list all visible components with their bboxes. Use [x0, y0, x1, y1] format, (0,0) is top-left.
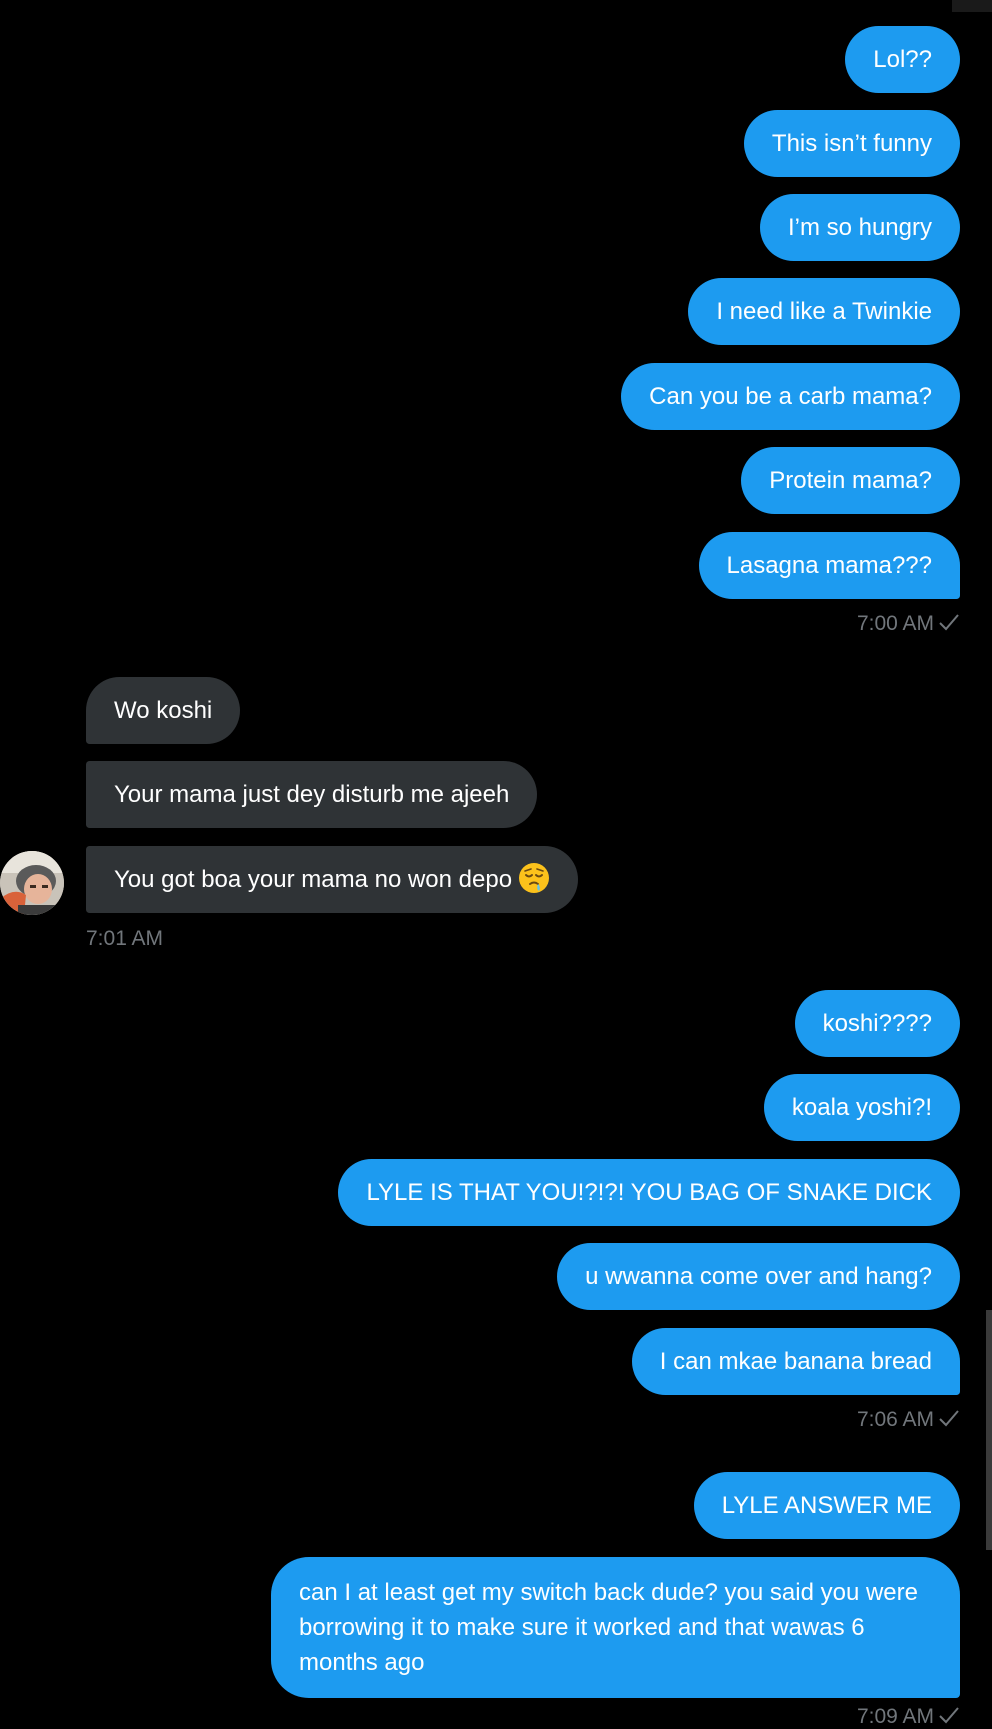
scrollbar-thumb[interactable] — [986, 1310, 992, 1550]
message-text: Your mama just dey disturb me ajeeh — [114, 781, 510, 808]
sent-message[interactable]: Protein mama? — [741, 447, 960, 514]
sent-message[interactable]: I need like a Twinkie — [688, 278, 960, 345]
sent-message[interactable]: I can mkae banana bread — [631, 1328, 960, 1395]
timestamp-text: 7:00 AM — [856, 612, 934, 635]
message-text: You got boa your mama no won depo — [114, 866, 513, 893]
message-text: LYLE IS THAT YOU!?!?! YOU BAG OF SNAKE D… — [366, 1179, 932, 1206]
drooling-sleepy-face-emoji — [519, 863, 550, 893]
avatar-image — [0, 851, 64, 915]
message-text: I need like a Twinkie — [716, 298, 932, 325]
message-timestamp: 7:01 AM — [86, 927, 163, 951]
sent-message[interactable]: Lol?? — [845, 26, 960, 93]
message-timestamp: 7:09 AM — [857, 1705, 960, 1729]
message-text: Lasagna mama??? — [726, 552, 932, 579]
message-text: Lol?? — [873, 46, 932, 73]
sent-message[interactable]: koshi???? — [794, 990, 960, 1057]
message-text: I’m so hungry — [787, 214, 932, 241]
sent-message[interactable]: LYLE IS THAT YOU!?!?! YOU BAG OF SNAKE D… — [338, 1159, 960, 1226]
sent-message[interactable]: This isn’t funny — [743, 110, 960, 177]
sent-message[interactable]: Lasagna mama??? — [698, 532, 960, 599]
message-text: koala yoshi?! — [791, 1094, 932, 1121]
sent-message[interactable]: Can you be a carb mama? — [621, 363, 960, 430]
checkmark-icon — [939, 1707, 959, 1724]
header-fragment — [952, 0, 992, 12]
sent-message[interactable]: LYLE ANSWER ME — [693, 1472, 960, 1539]
message-text: LYLE ANSWER ME — [721, 1492, 932, 1519]
message-text: This isn’t funny — [771, 130, 932, 157]
message-text: Wo koshi — [114, 697, 213, 724]
checkmark-icon — [939, 1410, 959, 1427]
timestamp-text: 7:01 AM — [86, 927, 164, 950]
sent-message[interactable]: can I at least get my switch back dude? … — [271, 1557, 960, 1698]
received-message[interactable]: Wo koshi — [86, 677, 241, 744]
received-message[interactable]: You got boa your mama no won depo — [86, 846, 579, 913]
message-timestamp: 7:00 AM — [857, 612, 960, 636]
sent-message[interactable]: u wwanna come over and hang? — [557, 1243, 960, 1310]
message-text: I can mkae banana bread — [659, 1348, 932, 1375]
message-text: Protein mama? — [769, 467, 932, 494]
contact-avatar[interactable] — [0, 851, 64, 915]
message-text: koshi???? — [822, 1010, 932, 1037]
message-text: Can you be a carb mama? — [649, 383, 932, 410]
message-timestamp: 7:06 AM — [857, 1408, 960, 1432]
received-message[interactable]: Your mama just dey disturb me ajeeh — [86, 761, 538, 828]
message-text: can I at least get my switch back dude? … — [299, 1579, 918, 1676]
message-text: u wwanna come over and hang? — [585, 1263, 932, 1290]
sent-message[interactable]: I’m so hungry — [759, 194, 960, 261]
timestamp-text: 7:06 AM — [856, 1408, 934, 1431]
sent-message[interactable]: koala yoshi?! — [763, 1074, 960, 1141]
conversation-thread: Lol?? This isn’t funny I’m so hungry I n… — [0, 0, 992, 1728]
checkmark-icon — [939, 614, 959, 631]
